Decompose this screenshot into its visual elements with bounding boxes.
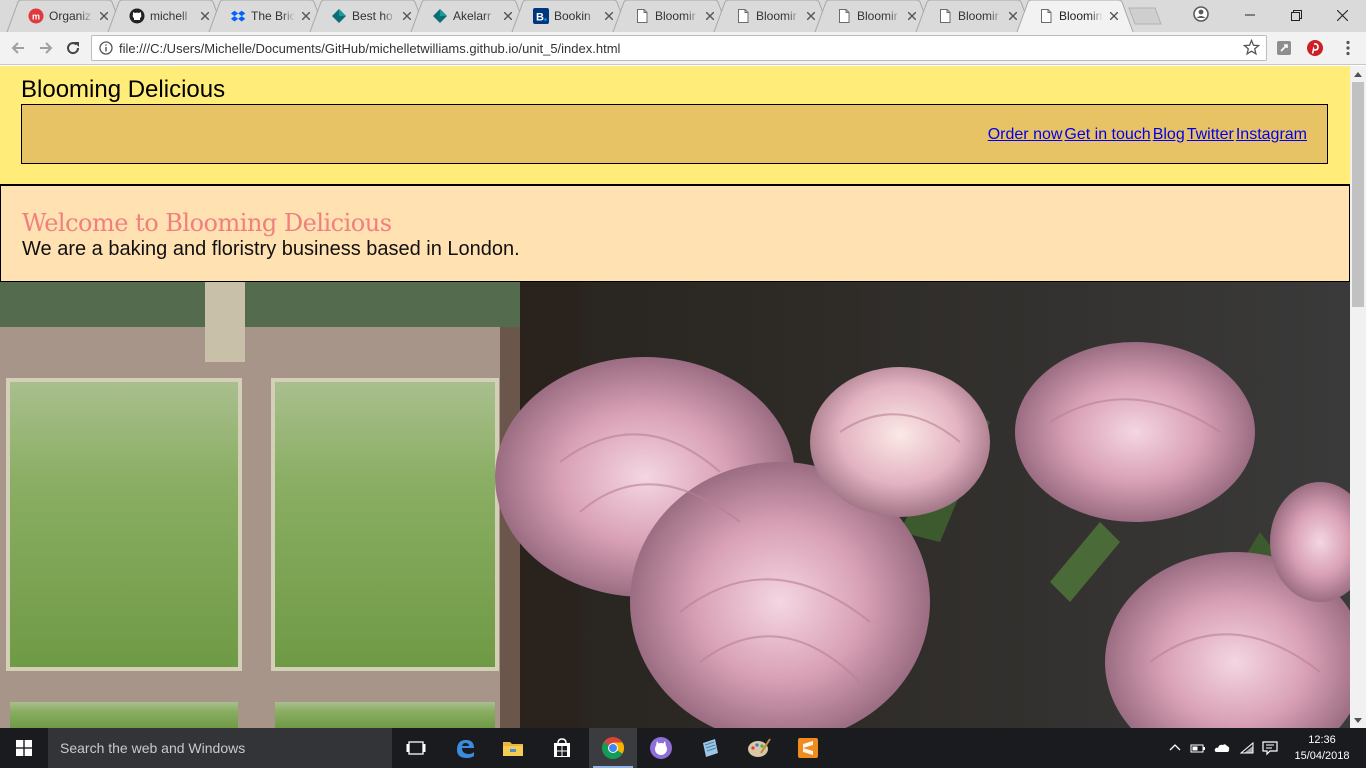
welcome-text: We are a baking and floristry business b… [22, 238, 520, 260]
browser-tab-strip: m Organiz michell The Bric Best ho Akelarr B Bo… [0, 0, 1366, 32]
info-icon[interactable] [99, 41, 113, 55]
nav-link-order-now[interactable]: Order now [988, 126, 1063, 143]
new-tab-button[interactable] [1127, 7, 1163, 25]
browser-toolbar: file:///C:/Users/Michelle/Documents/GitH… [0, 32, 1366, 65]
clock-date: 15/04/2018 [1294, 750, 1350, 762]
tray-chevron-up-icon[interactable] [1167, 740, 1183, 756]
site-header: Blooming Delicious Order now Get in touch… [0, 66, 1350, 186]
onedrive-icon[interactable] [1214, 740, 1230, 756]
search-placeholder: Search the web and Windows [60, 740, 246, 756]
minimize-button[interactable] [1227, 0, 1273, 30]
tab-title: Akelarr [453, 9, 492, 23]
task-view-button[interactable] [392, 728, 440, 768]
nav-links: Order now Get in touch Blog Twitter Instagra… [986, 125, 1307, 144]
page-icon [1041, 9, 1052, 23]
svg-text:m: m [32, 12, 40, 22]
page-icon [839, 9, 850, 23]
scrollbar-thumb[interactable] [1352, 82, 1364, 307]
close-window-button[interactable] [1319, 0, 1365, 30]
windows-logo-icon [16, 740, 32, 756]
page-icon [940, 9, 951, 23]
meetup-icon: m [28, 8, 44, 24]
page-icon [637, 9, 648, 23]
screen: m Organiz michell The Bric Best ho Akelarr B Bo… [0, 0, 1366, 768]
url-text[interactable]: file:///C:/Users/Michelle/Documents/GitH… [119, 40, 620, 57]
dropbox-icon [230, 10, 246, 22]
github-icon [129, 8, 145, 24]
clock-time: 12:36 [1308, 734, 1336, 746]
welcome-section: Welcome to Blooming Delicious We are a b… [0, 186, 1350, 282]
bookmark-star-icon[interactable] [1243, 39, 1260, 56]
browser-tab[interactable]: Bloomin [1016, 0, 1134, 32]
sublime-text-icon[interactable] [784, 728, 832, 768]
menu-icon[interactable] [1339, 39, 1357, 57]
extension-icon[interactable] [1275, 39, 1293, 57]
profile-icon[interactable] [1192, 5, 1210, 23]
notepad-icon[interactable] [686, 728, 734, 768]
chrome-taskbar-icon[interactable] [589, 728, 637, 768]
site-title: Blooming Delicious [21, 76, 226, 103]
tab-title: The Bric [251, 9, 295, 23]
tab-title: Best ho [352, 9, 393, 23]
hero-image [0, 282, 1350, 728]
pinterest-icon[interactable] [1306, 39, 1324, 57]
store-icon[interactable] [538, 728, 586, 768]
wifi-icon[interactable] [1239, 740, 1255, 756]
scroll-down-icon[interactable] [1350, 712, 1366, 728]
nav-link-twitter[interactable]: Twitter [1187, 126, 1234, 143]
taskbar-search-box[interactable]: Search the web and Windows [48, 728, 392, 768]
page-scrollbar[interactable] [1350, 66, 1366, 728]
forward-icon[interactable] [36, 38, 56, 58]
tab-title: Bookin [554, 9, 591, 23]
system-clock[interactable]: 12:36 15/04/2018 [1286, 732, 1358, 764]
diamond-icon [332, 9, 346, 23]
github-desktop-icon[interactable] [637, 728, 685, 768]
restore-button[interactable] [1273, 0, 1319, 30]
action-center-icon[interactable] [1262, 740, 1278, 756]
nav-link-get-in-touch[interactable]: Get in touch [1064, 126, 1150, 143]
svg-text:B: B [536, 12, 544, 24]
edge-icon[interactable] [441, 728, 489, 768]
tab-close-icon[interactable] [1106, 8, 1122, 24]
tab-title: Organiz [49, 9, 92, 23]
nav-bar: Order now Get in touch Blog Twitter Instagra… [21, 104, 1328, 164]
tab-title: Bloomir [655, 9, 696, 23]
battery-icon[interactable] [1190, 740, 1206, 756]
windows-taskbar: Search the web and Windows 12:36 15/04/2… [0, 728, 1366, 768]
nav-link-blog[interactable]: Blog [1153, 126, 1185, 143]
tab-title: Bloomir [857, 9, 898, 23]
tab-title: Bloomin [1059, 9, 1103, 23]
file-explorer-icon[interactable] [489, 728, 537, 768]
start-button[interactable] [0, 728, 48, 768]
scroll-up-icon[interactable] [1350, 66, 1366, 82]
paint-icon[interactable] [735, 728, 783, 768]
nav-link-instagram[interactable]: Instagram [1236, 126, 1307, 143]
address-bar[interactable]: file:///C:/Users/Michelle/Documents/GitH… [91, 35, 1267, 61]
page-viewport: Blooming Delicious Order now Get in touch… [0, 66, 1350, 728]
tab-title: Bloomir [756, 9, 797, 23]
diamond-icon [433, 9, 447, 23]
page-icon [738, 9, 749, 23]
welcome-heading: Welcome to Blooming Delicious [22, 209, 392, 237]
back-icon[interactable] [8, 38, 28, 58]
booking-icon: B [533, 8, 549, 24]
reload-icon[interactable] [63, 38, 83, 58]
tab-title: michell [150, 9, 188, 23]
tab-title: Bloomir [958, 9, 999, 23]
